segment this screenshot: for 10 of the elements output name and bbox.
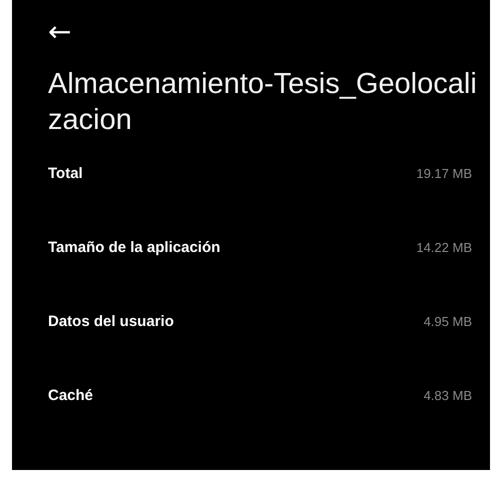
page-title: Almacenamiento-Tesis_Geolocalizacion bbox=[48, 67, 478, 138]
storage-label: Caché bbox=[48, 387, 94, 404]
storage-value: 4.95 MB bbox=[424, 314, 472, 329]
storage-label: Tamaño de la aplicación bbox=[48, 239, 220, 256]
storage-label: Total bbox=[48, 165, 83, 182]
storage-value: 19.17 MB bbox=[416, 166, 472, 181]
back-button[interactable]: ← bbox=[48, 14, 72, 50]
storage-label: Datos del usuario bbox=[48, 313, 174, 330]
storage-value: 14.22 MB bbox=[416, 240, 472, 255]
storage-value: 4.83 MB bbox=[424, 388, 472, 403]
